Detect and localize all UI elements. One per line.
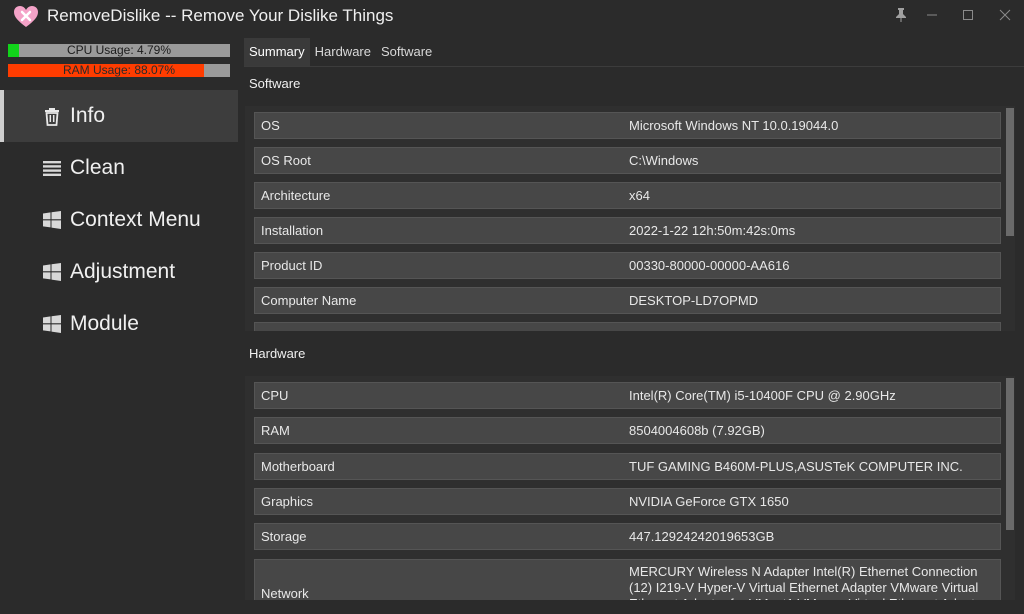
main-nav: Info Clean Context Menu Adjustment Modul… — [0, 90, 238, 350]
ram-usage-meter: RAM Usage: 88.07% — [8, 64, 230, 77]
row-key: OS — [261, 118, 280, 133]
table-row: Computer Name DESKTOP-LD7OPMD — [254, 287, 1001, 314]
row-key: Installation — [261, 223, 324, 238]
row-value: 8504004608b (7.92GB) — [629, 423, 765, 438]
row-key: RAM — [261, 423, 290, 438]
cpu-usage-meter: CPU Usage: 4.79% — [8, 44, 230, 57]
windows-icon — [43, 263, 61, 281]
windows-icon — [43, 211, 61, 229]
title-bar: RemoveDislike -- Remove Your Dislike Thi… — [0, 0, 1024, 34]
maximize-icon[interactable] — [958, 7, 978, 27]
row-key: OS Root — [261, 153, 311, 168]
table-row: Installation 2022-1-22 12h:50m:42s:0ms — [254, 217, 1001, 244]
tab-bar: Summary Hardware Software — [244, 38, 437, 66]
software-scrollbar[interactable] — [1005, 106, 1015, 331]
cpu-usage-label: CPU Usage: 4.79% — [66, 43, 172, 57]
row-value: NVIDIA GeForce GTX 1650 — [629, 494, 789, 509]
table-row: OS Root C:\Windows — [254, 147, 1001, 174]
close-icon[interactable] — [995, 7, 1015, 27]
nav-item-context-menu[interactable]: Context Menu — [0, 194, 238, 246]
row-key: Motherboard — [261, 459, 335, 474]
row-key: Storage — [261, 529, 307, 544]
tab-hardware[interactable]: Hardware — [310, 38, 376, 66]
hardware-section-title: Hardware — [249, 346, 306, 361]
table-row-partial — [254, 322, 1001, 331]
nav-item-label: Context Menu — [70, 208, 201, 231]
table-row: Motherboard TUF GAMING B460M-PLUS,ASUSTe… — [254, 453, 1001, 480]
minimize-icon[interactable] — [922, 7, 942, 27]
table-row: CPU Intel(R) Core(TM) i5-10400F CPU @ 2.… — [254, 382, 1001, 409]
table-row: OS Microsoft Windows NT 10.0.19044.0 — [254, 112, 1001, 139]
nav-item-info[interactable]: Info — [0, 90, 238, 142]
nav-item-label: Module — [70, 312, 139, 335]
row-key: Network — [261, 586, 309, 600]
row-value: 447.12924242019653GB — [629, 529, 775, 544]
tab-divider — [244, 66, 1024, 67]
table-row: RAM 8504004608b (7.92GB) — [254, 417, 1001, 444]
ram-usage-label: RAM Usage: 88.07% — [62, 63, 176, 77]
row-key: Architecture — [261, 188, 331, 203]
scrollbar-thumb[interactable] — [1006, 108, 1014, 236]
row-value: DESKTOP-LD7OPMD — [629, 293, 759, 308]
row-key: Computer Name — [261, 293, 357, 308]
row-key: CPU — [261, 388, 289, 403]
software-panel: OS Microsoft Windows NT 10.0.19044.0 OS … — [245, 106, 1015, 331]
row-value: x64 — [629, 188, 650, 203]
sidebar: CPU Usage: 4.79% RAM Usage: 88.07% Info … — [0, 34, 240, 614]
heart-x-icon — [14, 6, 38, 27]
row-value: 00330-80000-00000-AA616 — [629, 258, 790, 273]
table-row: Network MERCURY Wireless N Adapter Intel… — [254, 559, 1001, 600]
row-value: C:\Windows — [629, 153, 699, 168]
table-row: Graphics NVIDIA GeForce GTX 1650 — [254, 488, 1001, 515]
row-key: Product ID — [261, 258, 323, 273]
row-value: Microsoft Windows NT 10.0.19044.0 — [629, 118, 839, 133]
tab-software[interactable]: Software — [376, 38, 437, 66]
nav-item-module[interactable]: Module — [0, 298, 238, 350]
software-section-title: Software — [249, 76, 301, 91]
pin-icon[interactable] — [891, 7, 911, 27]
table-row: Architecture x64 — [254, 182, 1001, 209]
windows-icon — [43, 315, 61, 333]
row-key: Graphics — [261, 494, 314, 509]
window-title: RemoveDislike -- Remove Your Dislike Thi… — [47, 6, 394, 25]
hardware-panel: CPU Intel(R) Core(TM) i5-10400F CPU @ 2.… — [245, 376, 1015, 600]
nav-item-adjustment[interactable]: Adjustment — [0, 246, 238, 298]
scrollbar-thumb[interactable] — [1006, 378, 1014, 530]
row-value: Intel(R) Core(TM) i5-10400F CPU @ 2.90GH… — [629, 388, 896, 403]
main-content: Summary Hardware Software Software OS Mi… — [240, 34, 1024, 614]
nav-item-label: Info — [70, 104, 106, 127]
nav-item-label: Adjustment — [70, 260, 176, 283]
list-icon — [43, 161, 61, 176]
nav-item-clean[interactable]: Clean — [0, 142, 238, 194]
row-value: 2022-1-22 12h:50m:42s:0ms — [629, 223, 796, 238]
nav-item-label: Clean — [70, 156, 125, 179]
trash-icon — [45, 108, 59, 126]
tab-summary[interactable]: Summary — [244, 38, 310, 66]
hardware-scrollbar[interactable] — [1005, 376, 1015, 600]
row-value: MERCURY Wireless N Adapter Intel(R) Ethe… — [629, 564, 986, 600]
table-row: Product ID 00330-80000-00000-AA616 — [254, 252, 1001, 279]
row-value: TUF GAMING B460M-PLUS,ASUSTeK COMPUTER I… — [629, 459, 963, 474]
table-row: Storage 447.12924242019653GB — [254, 523, 1001, 550]
